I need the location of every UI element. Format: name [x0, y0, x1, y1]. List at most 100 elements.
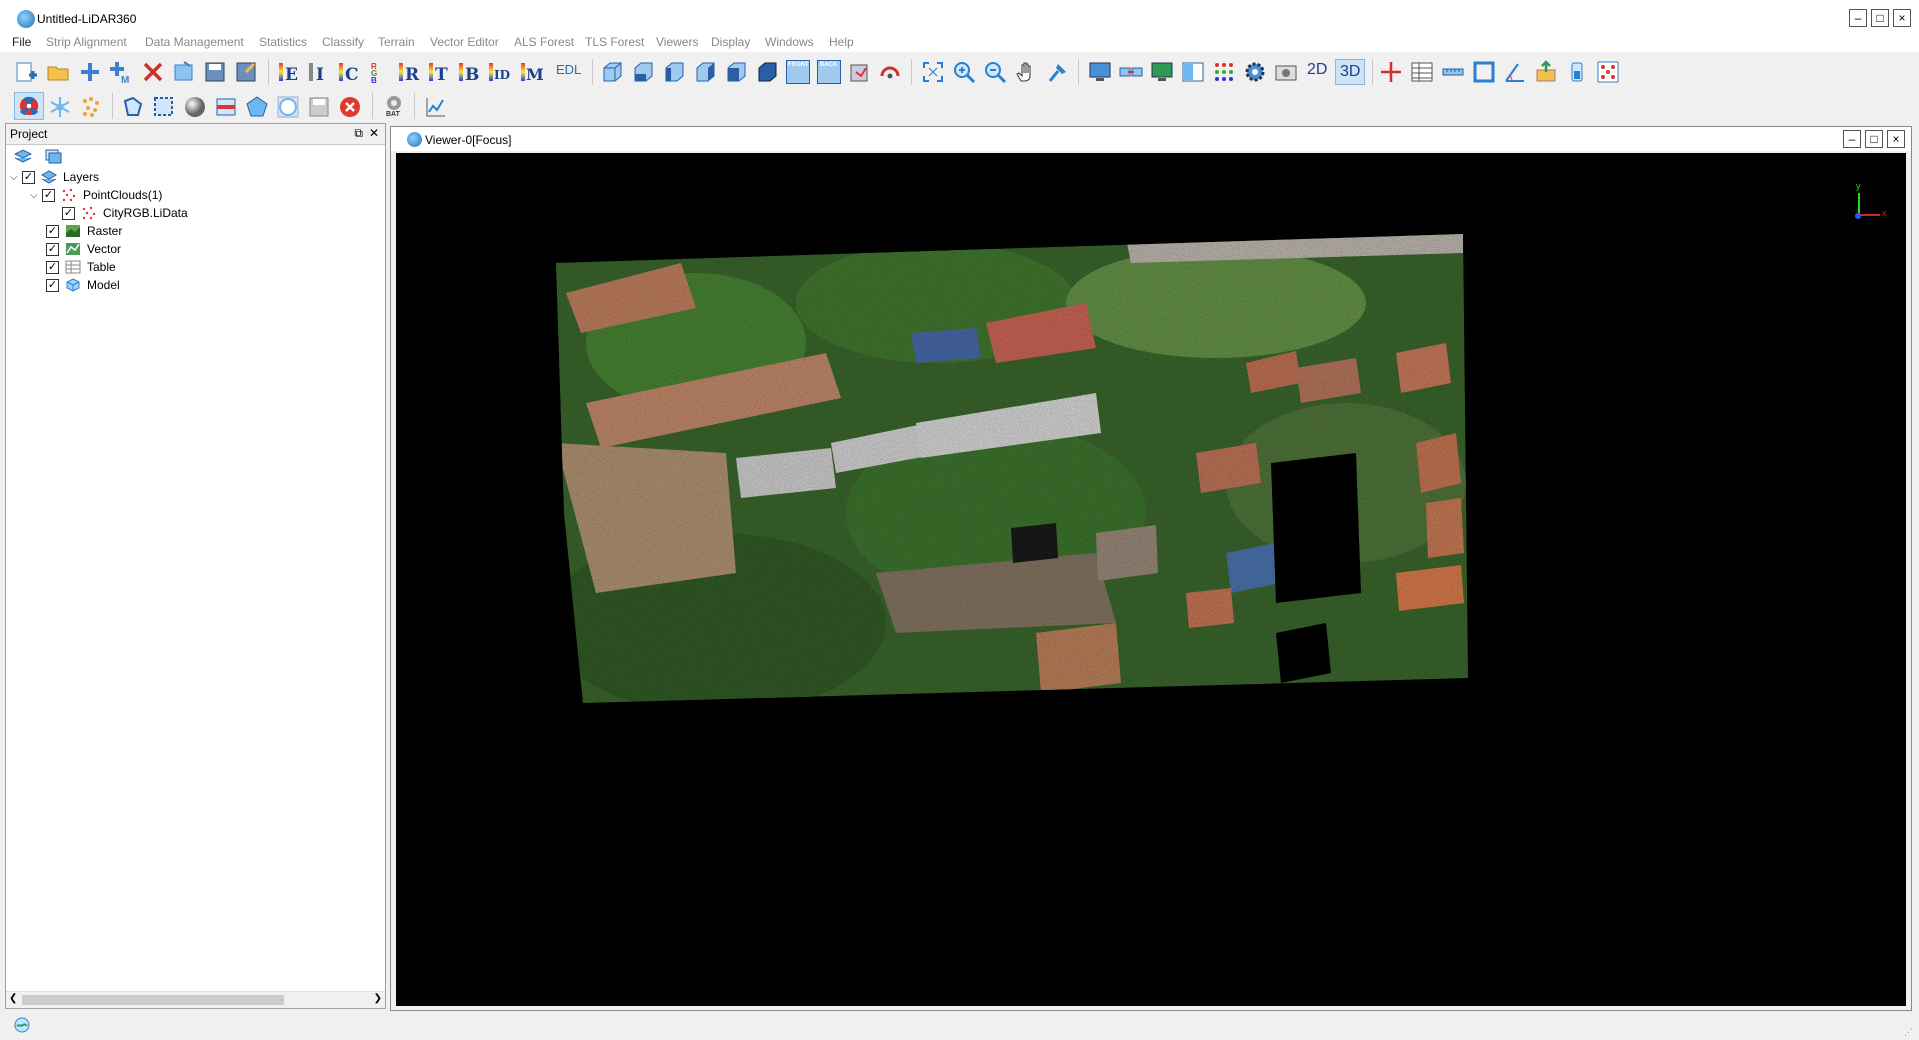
circle-select-icon[interactable] [276, 95, 300, 119]
horizontal-scrollbar[interactable]: ❮ ❯ [6, 991, 385, 1008]
polygon-select-icon[interactable] [121, 95, 145, 119]
color-by-rgb-icon[interactable]: RGB [368, 60, 392, 84]
screenshot-camera-icon[interactable] [1274, 60, 1298, 84]
menu-classify[interactable]: Classify [322, 35, 364, 49]
point-cloud-canvas[interactable]: y x [396, 153, 1906, 1006]
open-folder-icon[interactable] [46, 60, 70, 84]
sphere-select-icon[interactable] [183, 95, 207, 119]
resize-grip-icon[interactable]: ⋰ [1904, 1027, 1913, 1038]
color-by-return-icon[interactable]: R [398, 60, 422, 84]
export-icon[interactable] [172, 60, 196, 84]
new-project-icon[interactable] [14, 60, 38, 84]
save-selection-icon[interactable] [307, 95, 331, 119]
color-by-mixed-icon[interactable]: M [520, 60, 544, 84]
color-by-class-icon[interactable]: C [338, 60, 362, 84]
tree-row-pointclouds[interactable]: ⌵ ✓ PointClouds(1) [30, 186, 162, 204]
menu-vector-editor[interactable]: Vector Editor [430, 35, 499, 49]
link-viewers-icon[interactable] [1119, 60, 1143, 84]
maximize-button[interactable]: □ [1871, 9, 1889, 27]
pentagon-select-icon[interactable] [245, 95, 269, 119]
crop-box-icon[interactable] [848, 60, 872, 84]
color-by-id-icon[interactable]: ID [488, 60, 512, 84]
angle-measure-icon[interactable] [1503, 60, 1527, 84]
chevron-down-icon[interactable]: ⌵ [10, 172, 22, 183]
menu-tls-forest[interactable]: TLS Forest [585, 35, 644, 49]
viewer-minimize-button[interactable]: – [1843, 130, 1861, 148]
batch-icon[interactable]: BAT [382, 94, 406, 120]
save-as-icon[interactable] [234, 60, 258, 84]
tree-row-model[interactable]: ✓ Model [46, 276, 120, 294]
checkbox-vector[interactable]: ✓ [46, 242, 59, 256]
scroll-right-icon[interactable]: ❯ [374, 993, 382, 1004]
close-panel-icon[interactable]: ✕ [369, 126, 379, 140]
active-tool-frame[interactable] [14, 92, 44, 120]
add-data-icon[interactable] [78, 60, 102, 84]
battery-layer-icon[interactable] [1565, 60, 1589, 84]
tree-row-raster[interactable]: ✓ Raster [46, 222, 122, 240]
view-2d-button[interactable]: 2D [1307, 61, 1327, 79]
pick-point-icon[interactable] [1046, 60, 1070, 84]
checkbox-cityrgb[interactable]: ✓ [62, 206, 75, 220]
sample-grid-icon[interactable] [1596, 60, 1620, 84]
menu-als-forest[interactable]: ALS Forest [514, 35, 574, 49]
menu-terrain[interactable]: Terrain [378, 35, 415, 49]
color-by-time-icon[interactable]: T [428, 60, 452, 84]
monitor-icon[interactable] [1150, 60, 1174, 84]
view-back-icon[interactable] [755, 60, 779, 84]
settings-gear-icon[interactable] [1243, 60, 1267, 84]
profile-chart-icon[interactable] [424, 95, 448, 119]
menu-viewers[interactable]: Viewers [656, 35, 698, 49]
rectangle-select-icon[interactable] [152, 95, 176, 119]
checkbox-pointclouds[interactable]: ✓ [42, 188, 55, 202]
checkbox-layers[interactable]: ✓ [22, 170, 35, 184]
view-left-icon[interactable] [662, 60, 686, 84]
view-back-box-icon[interactable]: BACK [817, 60, 841, 84]
menu-data-management[interactable]: Data Management [145, 35, 244, 49]
snowflake-icon[interactable] [48, 95, 72, 119]
menu-strip-alignment[interactable]: Strip Alignment [46, 35, 127, 49]
display-screen-icon[interactable] [1088, 60, 1112, 84]
scrollbar-thumb[interactable] [22, 995, 284, 1005]
add-merge-icon[interactable]: M [108, 60, 132, 84]
tree-row-vector[interactable]: ✓ Vector [46, 240, 121, 258]
viewer-maximize-button[interactable]: □ [1865, 130, 1883, 148]
color-by-elevation-icon[interactable]: E [278, 60, 302, 84]
remove-red-x-icon[interactable] [141, 60, 165, 84]
menu-file[interactable]: File [12, 35, 31, 49]
close-button[interactable]: × [1893, 9, 1911, 27]
layer-manager-icon[interactable] [44, 148, 62, 164]
chevron-down-icon[interactable]: ⌵ [30, 190, 42, 201]
zoom-out-icon[interactable] [983, 60, 1007, 84]
save-icon[interactable] [203, 60, 227, 84]
pan-hand-icon[interactable] [1014, 60, 1038, 84]
color-by-blend-icon[interactable]: B [458, 60, 482, 84]
ruler-icon[interactable] [1441, 60, 1465, 84]
layers-stack-icon[interactable] [14, 148, 32, 164]
frame-icon[interactable] [1472, 60, 1496, 84]
checkbox-table[interactable]: ✓ [46, 260, 59, 274]
view-front-box-icon[interactable]: FRONT [786, 60, 810, 84]
checkbox-raster[interactable]: ✓ [46, 224, 59, 238]
table-icon[interactable] [1410, 60, 1434, 84]
view-3d-button[interactable]: 3D [1335, 59, 1365, 85]
export-data-icon[interactable] [1534, 60, 1558, 84]
menu-display[interactable]: Display [711, 35, 750, 49]
menu-help[interactable]: Help [829, 35, 854, 49]
menu-statistics[interactable]: Statistics [259, 35, 307, 49]
minimize-button[interactable]: – [1849, 9, 1867, 27]
tree-row-cityrgb[interactable]: ✓ CityRGB.LiData [62, 204, 188, 222]
zoom-extent-icon[interactable] [921, 60, 945, 84]
cancel-red-circle-icon[interactable] [338, 95, 362, 119]
point-cloud-grid-icon[interactable] [1212, 60, 1236, 84]
rotate-icon[interactable] [878, 60, 902, 84]
scroll-left-icon[interactable]: ❮ [9, 993, 17, 1004]
clip-plane-icon[interactable] [214, 95, 238, 119]
checkbox-model[interactable]: ✓ [46, 278, 59, 292]
tree-row-layers[interactable]: ⌵ ✓ Layers [10, 168, 99, 186]
split-view-icon[interactable] [1181, 60, 1205, 84]
viewer-close-button[interactable]: × [1887, 130, 1905, 148]
zoom-in-icon[interactable] [952, 60, 976, 84]
menu-windows[interactable]: Windows [765, 35, 814, 49]
color-by-intensity-icon[interactable]: I [308, 60, 332, 84]
view-bottom-icon[interactable] [631, 60, 655, 84]
